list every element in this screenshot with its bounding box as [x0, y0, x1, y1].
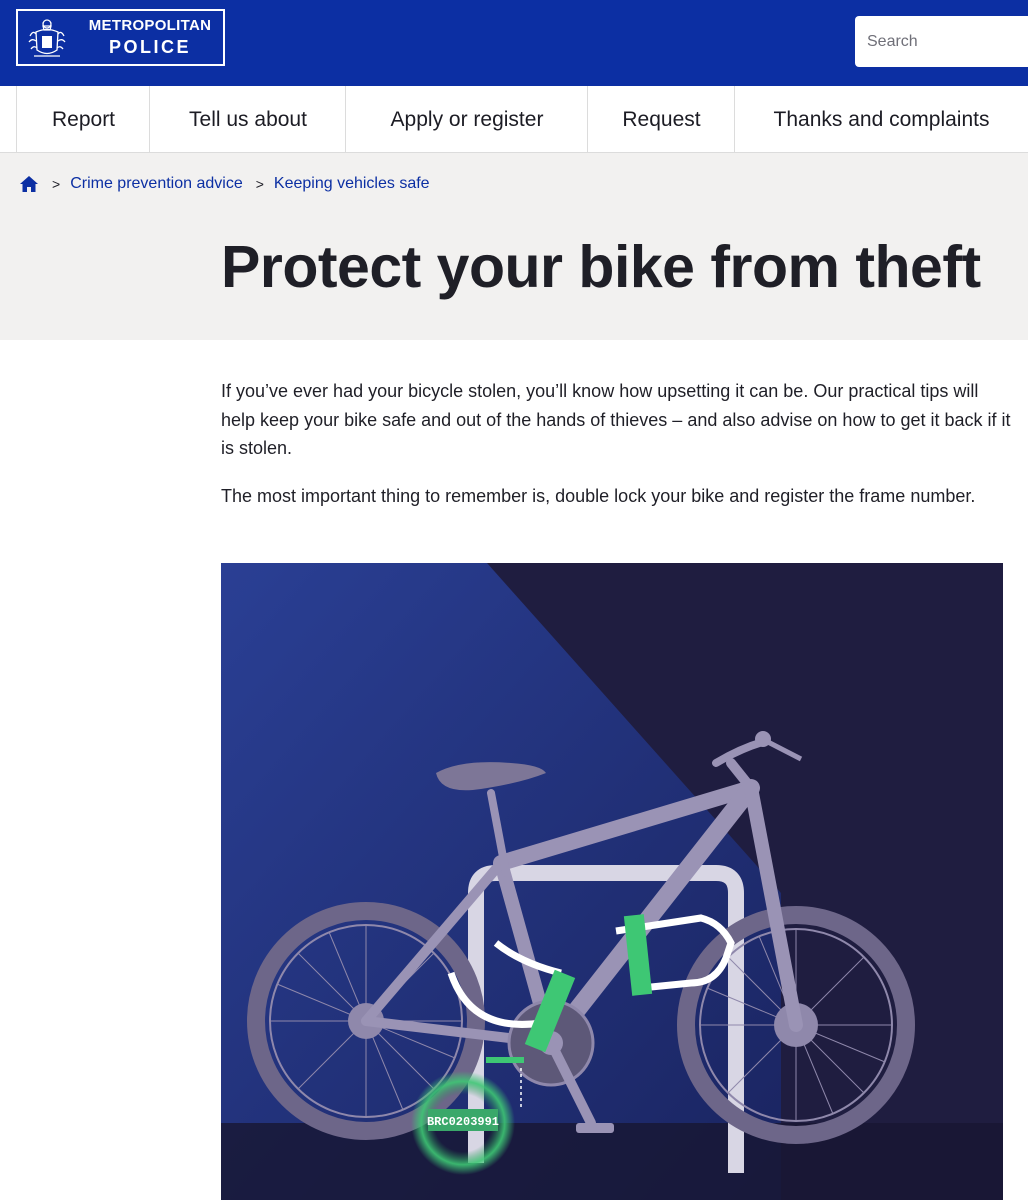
met-police-logo[interactable]: METROPOLITAN POLICE: [16, 9, 225, 66]
frame-number-label: BRC0203991: [427, 1115, 499, 1129]
nav-item-apply-or-register[interactable]: Apply or register: [345, 86, 588, 153]
bike-illustration-graphic: BRC0203991: [221, 563, 1003, 1200]
nav-item-tell-us-about[interactable]: Tell us about: [149, 86, 346, 153]
main-nav: Report Tell us about Apply or register R…: [0, 86, 1028, 153]
logo-wordmark: METROPOLITAN POLICE: [80, 17, 220, 58]
logo-line-2: POLICE: [108, 37, 191, 57]
logo-line-1: METROPOLITAN: [88, 17, 212, 34]
nav-item-thanks-and-complaints[interactable]: Thanks and complaints: [734, 86, 1028, 153]
breadcrumb-separator: >: [52, 176, 61, 192]
crest-icon: [28, 19, 66, 57]
breadcrumb: > Crime prevention advice > Keeping vehi…: [19, 172, 430, 196]
nav-item-request[interactable]: Request: [587, 86, 735, 153]
page-header-band: > Crime prevention advice > Keeping vehi…: [0, 153, 1028, 340]
breadcrumb-crime-prevention-advice[interactable]: Crime prevention advice: [70, 175, 243, 193]
search-input[interactable]: [855, 16, 1028, 67]
nav-item-report[interactable]: Report: [16, 86, 150, 153]
bike-lock-illustration: BRC0203991: [221, 563, 1003, 1200]
breadcrumb-keeping-vehicles-safe[interactable]: Keeping vehicles safe: [274, 175, 430, 193]
page-title: Protect your bike from theft: [221, 234, 981, 300]
intro-text: If you’ve ever had your bicycle stolen, …: [221, 377, 1011, 510]
site-header: METROPOLITAN POLICE: [0, 0, 1028, 86]
home-icon[interactable]: [19, 174, 39, 194]
breadcrumb-separator: >: [255, 176, 264, 192]
intro-paragraph-1: If you’ve ever had your bicycle stolen, …: [221, 381, 1011, 458]
intro-paragraph-2: The most important thing to remember is,…: [221, 485, 976, 506]
